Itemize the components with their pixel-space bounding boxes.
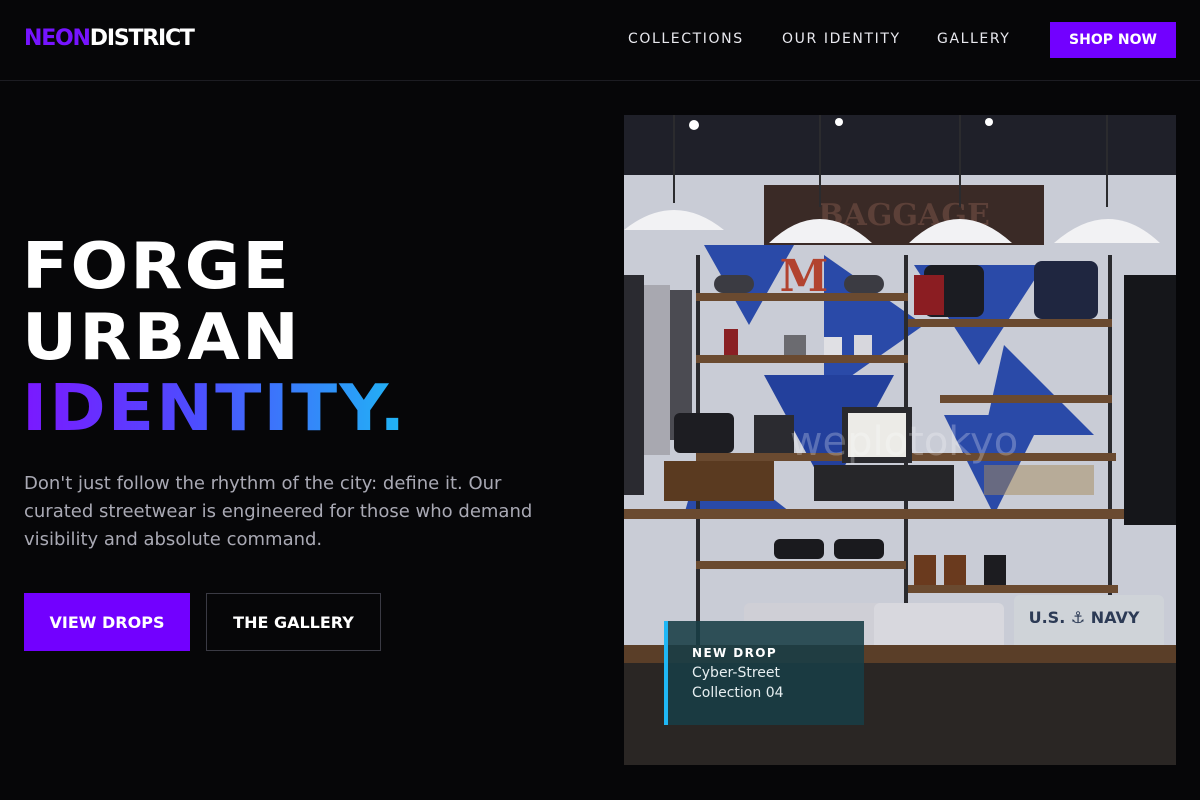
the-gallery-button[interactable]: THE GALLERY — [206, 593, 381, 651]
hero-headline: FORGE URBAN IDENTITY. — [22, 232, 407, 445]
logo-part-neon: NEON — [24, 26, 91, 51]
headline-line-identity: IDENTITY. — [22, 372, 408, 446]
nav-collections[interactable]: COLLECTIONS — [628, 29, 744, 49]
watermark-text: weplotokyo — [790, 419, 1018, 465]
nav-gallery[interactable]: GALLERY — [937, 29, 1010, 49]
shop-now-button[interactable]: SHOP NOW — [1050, 22, 1176, 58]
nav-our-identity[interactable]: OUR IDENTITY — [782, 29, 901, 49]
new-drop-label: NEW DROP — [692, 646, 778, 660]
site-header: NEONDISTRICT COLLECTIONS OUR IDENTITY GA… — [0, 0, 1200, 81]
headline-line-urban: URBAN — [22, 301, 301, 375]
navy-sweatshirt-text: U.S. ⚓ NAVY — [1029, 608, 1140, 627]
headline-line-forge: FORGE — [22, 230, 291, 304]
new-drop-card[interactable]: NEW DROP Cyber-Street Collection 04 — [664, 621, 864, 725]
new-drop-title: Cyber-Street Collection 04 — [692, 665, 784, 701]
hero-description: Don't just follow the rhythm of the city… — [24, 473, 533, 550]
view-drops-button[interactable]: VIEW DROPS — [24, 593, 190, 651]
letter-m-text: M — [780, 251, 829, 302]
logo-part-district: DISTRICT — [89, 26, 195, 51]
brand-logo[interactable]: NEONDISTRICT — [24, 26, 195, 52]
